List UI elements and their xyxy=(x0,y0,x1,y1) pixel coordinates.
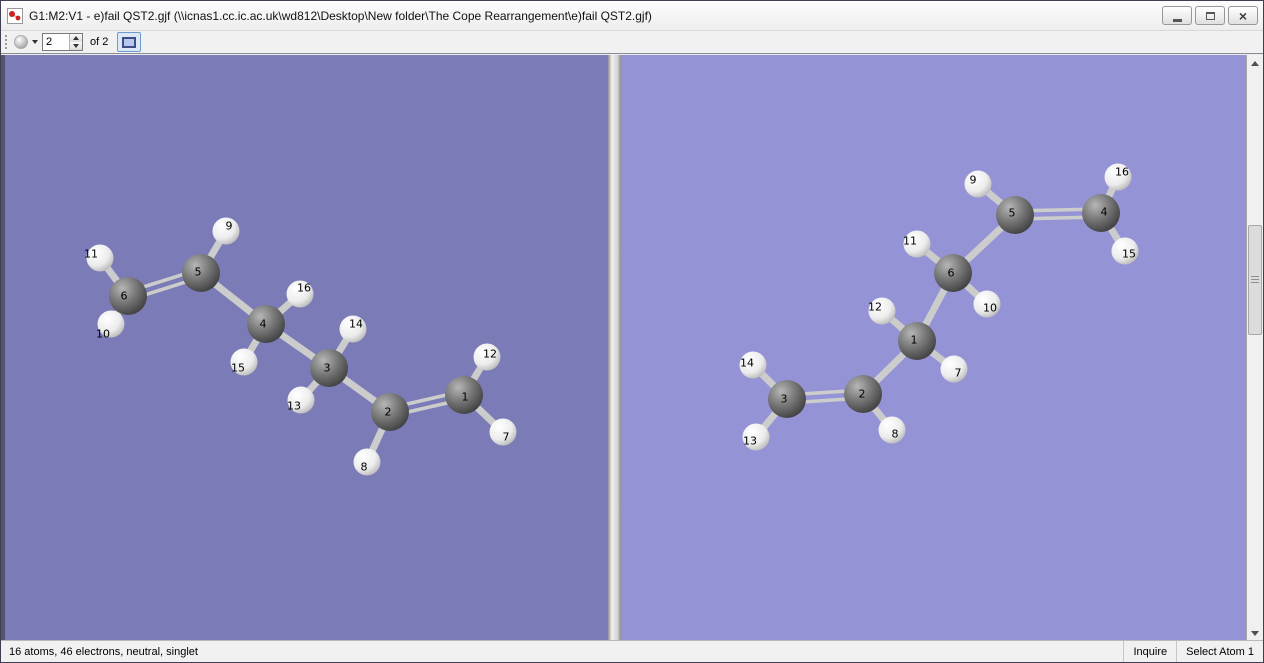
atom-label-12: 12 xyxy=(868,301,882,314)
atom-label-12: 12 xyxy=(483,348,497,361)
frame-spinner-arrows xyxy=(69,34,82,50)
frame-number-input[interactable]: 2 xyxy=(43,34,69,50)
atom-label-3: 3 xyxy=(781,393,788,406)
scroll-thumb[interactable] xyxy=(1248,225,1262,335)
minimize-icon xyxy=(1172,18,1182,22)
statusbar: 16 atoms, 46 electrons, neutral, singlet… xyxy=(1,640,1263,662)
right-viewport[interactable]: 4 5 6 1 2 3 16 15 9 11 10 12 7 8 14 13 xyxy=(621,55,1246,642)
atom-label-7: 7 xyxy=(955,367,962,380)
molecule-info: 16 atoms, 46 electrons, neutral, singlet xyxy=(9,645,198,658)
atom-label-2: 2 xyxy=(859,388,866,401)
toolbar-grip[interactable] xyxy=(5,35,8,49)
frame-down-arrow[interactable] xyxy=(70,42,82,50)
atom-label-5: 5 xyxy=(1009,207,1016,220)
close-icon: × xyxy=(1238,7,1248,24)
gaussview-window: G1:M2:V1 - e)fail QST2.gjf (\\icnas1.cc.… xyxy=(0,0,1264,663)
atom-label-4: 4 xyxy=(260,318,267,331)
atom-label-3: 3 xyxy=(324,362,331,375)
atom-label-1: 1 xyxy=(462,391,469,404)
chevron-down-icon[interactable] xyxy=(32,40,38,44)
app-icon xyxy=(7,7,23,24)
atom-label-6: 6 xyxy=(121,290,128,303)
right-molecule-view[interactable]: 45612316159111012781413 xyxy=(621,55,1246,642)
atom-label-14: 14 xyxy=(349,318,363,331)
left-molecule-view[interactable]: 65432111109161514138127 xyxy=(5,55,608,642)
inquire-status: Inquire xyxy=(1123,641,1176,662)
atom-C6[interactable] xyxy=(109,277,147,315)
atom-label-7: 7 xyxy=(503,431,510,444)
atom-label-13: 13 xyxy=(743,435,757,448)
minimize-button[interactable] xyxy=(1162,6,1192,25)
atom-label-15: 15 xyxy=(1122,248,1136,261)
atom-label-4: 4 xyxy=(1101,206,1108,219)
atom-label-11: 11 xyxy=(903,235,917,248)
frame-total-label: of 2 xyxy=(90,36,109,48)
select-status: Select Atom 1 xyxy=(1176,641,1263,662)
window-controls: × xyxy=(1162,6,1258,25)
atom-label-9: 9 xyxy=(970,174,977,187)
frame-spinner[interactable]: 2 xyxy=(42,33,83,51)
atom-label-8: 8 xyxy=(892,428,899,441)
frame-up-arrow[interactable] xyxy=(70,34,82,42)
workspace: 6 5 4 3 2 1 11 10 9 16 15 14 13 8 12 7 4 5 6 1 2 3 16 15 9 11 10 1… xyxy=(1,55,1263,642)
atom-label-15: 15 xyxy=(231,362,245,375)
scroll-up-arrow[interactable] xyxy=(1247,55,1263,72)
atom-label-16: 16 xyxy=(297,282,311,295)
atom-label-1: 1 xyxy=(911,334,918,347)
frame-indicator-icon[interactable] xyxy=(14,35,28,49)
atom-label-9: 9 xyxy=(226,220,233,233)
atom-label-10: 10 xyxy=(96,328,110,341)
left-viewport[interactable]: 6 5 4 3 2 1 11 10 9 16 15 14 13 8 12 7 xyxy=(5,55,608,642)
atom-label-13: 13 xyxy=(287,400,301,413)
atom-label-8: 8 xyxy=(361,461,368,474)
atom-label-11: 11 xyxy=(84,248,98,261)
frames-icon xyxy=(122,36,137,48)
vertical-scrollbar[interactable] xyxy=(1246,55,1263,642)
atom-label-2: 2 xyxy=(385,406,392,419)
window-title: G1:M2:V1 - e)fail QST2.gjf (\\icnas1.cc.… xyxy=(29,8,652,23)
atom-label-16: 16 xyxy=(1115,166,1129,179)
frame-toolbar: 2 of 2 xyxy=(1,31,1263,54)
maximize-icon xyxy=(1205,11,1215,20)
atom-label-10: 10 xyxy=(983,302,997,315)
titlebar[interactable]: G1:M2:V1 - e)fail QST2.gjf (\\icnas1.cc.… xyxy=(1,1,1263,31)
atom-label-5: 5 xyxy=(195,266,202,279)
maximize-button[interactable] xyxy=(1195,6,1225,25)
close-button[interactable]: × xyxy=(1228,6,1258,25)
multiview-toggle-button[interactable] xyxy=(117,32,142,52)
atom-label-14: 14 xyxy=(740,357,754,370)
atom-label-6: 6 xyxy=(948,267,955,280)
panel-divider[interactable] xyxy=(608,55,621,642)
thumb-grip-icon xyxy=(1251,276,1259,284)
